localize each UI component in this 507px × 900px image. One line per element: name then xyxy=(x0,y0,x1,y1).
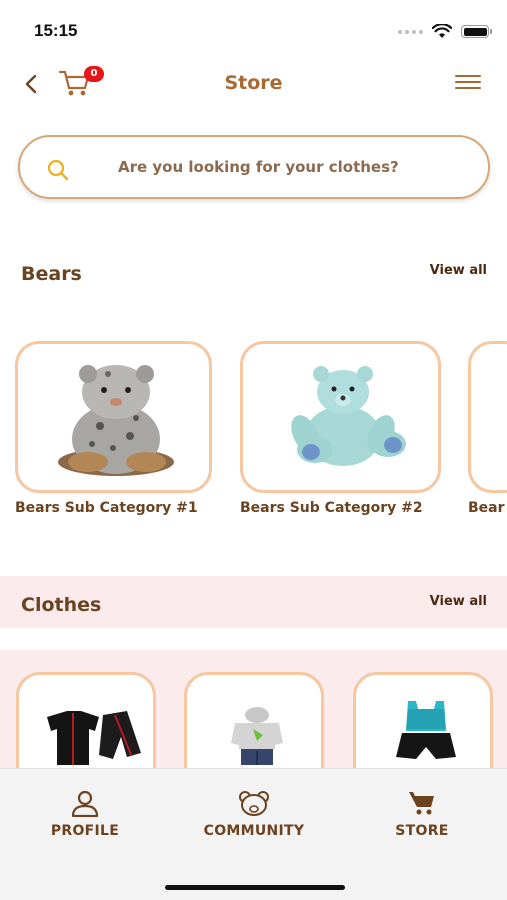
nav-store[interactable]: STORE xyxy=(386,789,458,839)
person-icon xyxy=(71,790,99,817)
nav-store-label: STORE xyxy=(395,823,449,839)
nav-community-label: COMMUNITY xyxy=(203,823,305,839)
bear-card-3[interactable] xyxy=(468,341,507,493)
snow-leopard-plush-image xyxy=(58,365,174,476)
home-indicator xyxy=(165,885,345,890)
page-title: Store xyxy=(224,72,283,94)
status-icons xyxy=(398,24,492,39)
section-title-bears: Bears xyxy=(21,263,82,285)
mint-teddy-bear-image xyxy=(291,366,406,466)
bear-card-1-label: Bears Sub Category #1 xyxy=(15,500,198,516)
nav-profile-label: PROFILE xyxy=(50,823,120,839)
bear-head-icon xyxy=(239,791,269,816)
status-bar: 15:15 xyxy=(0,0,507,56)
view-all-bears-link[interactable]: View all xyxy=(430,263,487,278)
battery-icon xyxy=(461,25,492,38)
search-placeholder: Are you looking for your clothes? xyxy=(118,158,399,176)
section-title-clothes: Clothes xyxy=(21,594,102,616)
nav-community[interactable]: COMMUNITY xyxy=(188,789,320,839)
bear-card-2[interactable] xyxy=(240,341,441,493)
wifi-icon xyxy=(432,24,452,38)
view-all-clothes-link[interactable]: View all xyxy=(430,594,487,609)
bear-card-1[interactable] xyxy=(15,341,212,493)
header: 0 Store xyxy=(0,58,507,110)
status-time: 15:15 xyxy=(34,21,78,40)
signal-icon xyxy=(398,29,423,34)
bear-plush-partial-image xyxy=(471,344,507,490)
bear-card-3-label: Bear xyxy=(468,500,505,516)
cart-icon xyxy=(409,792,434,815)
bear-card-2-label: Bears Sub Category #2 xyxy=(240,500,423,516)
search-input[interactable]: Are you looking for your clothes? xyxy=(18,135,490,199)
nav-profile[interactable]: PROFILE xyxy=(42,789,128,839)
menu-button[interactable] xyxy=(455,75,481,93)
bottom-nav: PROFILE COMMUNITY STORE xyxy=(0,768,507,900)
search-icon xyxy=(47,159,69,181)
